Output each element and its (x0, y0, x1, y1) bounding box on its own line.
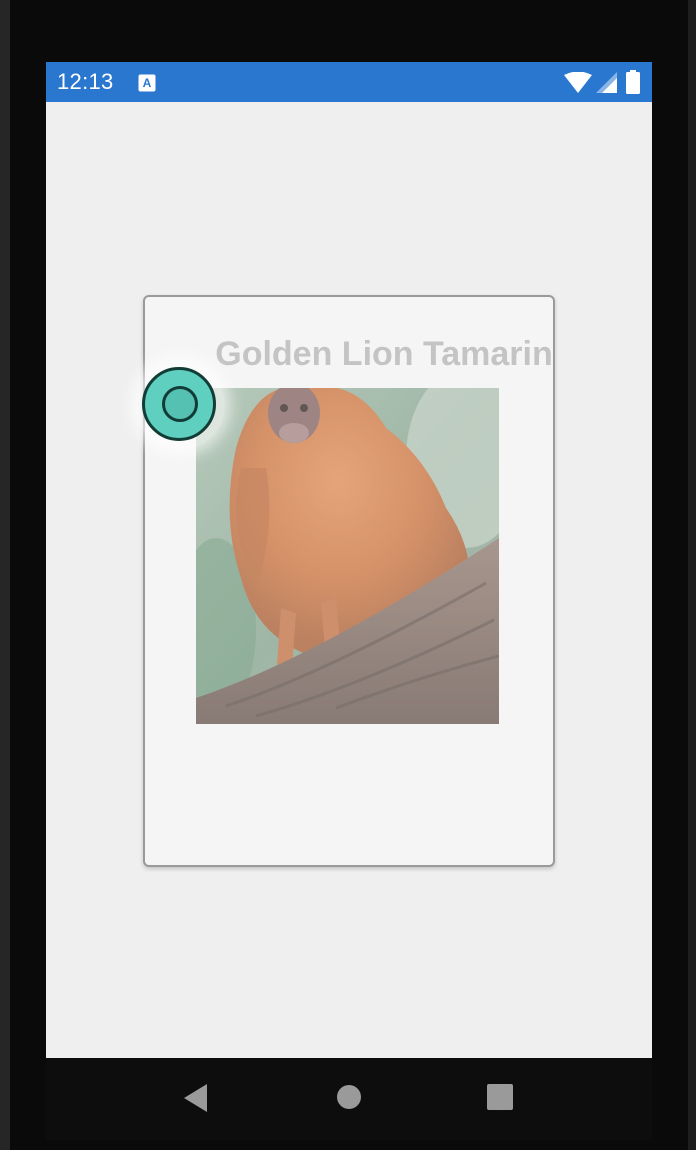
back-icon[interactable] (183, 1083, 209, 1118)
svg-text:A: A (143, 76, 152, 90)
status-clock: 12:13 (57, 69, 114, 94)
cell-signal-icon (596, 72, 618, 99)
recents-icon[interactable] (487, 1084, 513, 1115)
golden-lion-tamarin-photo (196, 388, 499, 724)
device-bezel-left (0, 0, 10, 1150)
device-bezel-right (688, 0, 696, 1150)
navigation-bar (46, 1058, 652, 1140)
home-icon[interactable] (336, 1084, 362, 1115)
status-bar: 12:13 A (46, 62, 652, 102)
app-content: Golden Lion Tamarin (46, 102, 652, 1058)
battery-icon (626, 70, 640, 99)
touch-indicator-center (162, 386, 198, 422)
keyboard-a-icon: A (138, 74, 156, 97)
device-screen: 12:13 A Golden Lion Tamarin (46, 62, 652, 1140)
wifi-icon (564, 71, 592, 99)
